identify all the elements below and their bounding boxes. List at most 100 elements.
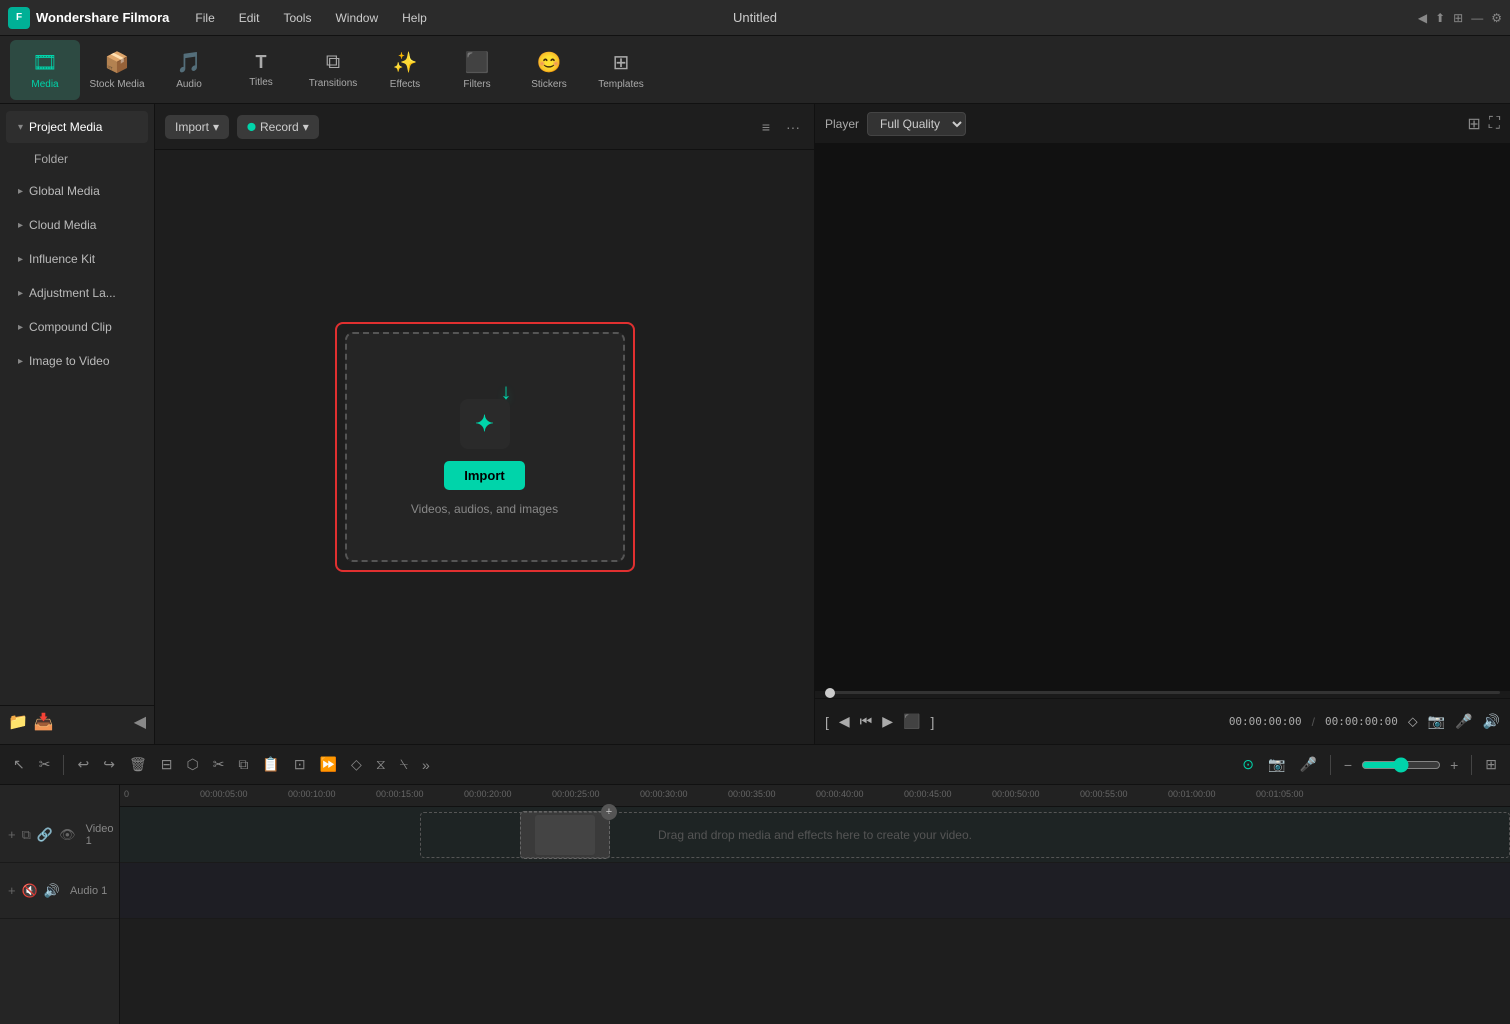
preview-seekbar[interactable] — [825, 691, 1500, 694]
zoom-slider[interactable] — [1361, 757, 1441, 773]
preview-fullscreen-btn[interactable]: ⛶ — [1489, 114, 1500, 134]
import-button[interactable]: Import ▾ — [165, 115, 229, 139]
video-track-copy-icon[interactable]: ⧉ — [22, 827, 31, 843]
expand-arrow-influence-kit: ▸ — [18, 254, 23, 265]
timeline-cut-btn[interactable]: ✂ — [208, 752, 230, 777]
sidebar-item-folder[interactable]: Folder — [6, 145, 148, 173]
video-track-eye-icon[interactable]: 👁 — [59, 827, 76, 843]
add-marker-btn[interactable]: ⬦ — [1408, 713, 1418, 730]
track-label-video1: + ⧉ 🔗 👁 Video 1 — [0, 807, 119, 863]
timeline-copy-btn[interactable]: ⧉ — [233, 752, 253, 777]
nav-back-icon[interactable]: ◀ — [1418, 11, 1427, 25]
mark-out-btn[interactable]: ] — [931, 714, 935, 730]
drop-area-outer: ↓ ✦ Import Videos, audios, and images — [335, 322, 635, 572]
sidebar-item-adjustment-la[interactable]: ▸ Adjustment La... — [6, 277, 148, 309]
menu-file[interactable]: File — [185, 7, 224, 29]
timeline-more-btn[interactable]: » — [417, 753, 435, 777]
timeline-redo-btn[interactable]: ↪ — [98, 752, 120, 777]
timeline-crop-btn[interactable]: ⊡ — [289, 752, 311, 777]
minimize-icon[interactable]: — — [1471, 11, 1483, 25]
sidebar-item-project-media[interactable]: ▾ Project Media — [6, 111, 148, 143]
prev-frame-btn[interactable]: ◀ — [839, 713, 850, 730]
timeline: ↖ ✂ ↩ ↪ 🗑 ⊟ ⬡ ✂ ⧉ 📋 ⊡ ⏩ ◇ ⧖ ⍀ » ⊙ 📷 🎤 − … — [0, 744, 1510, 1024]
toolbar-btn-effects[interactable]: ✨ Effects — [370, 40, 440, 100]
fullscreen-btn[interactable]: ⬛ — [903, 713, 920, 730]
sidebar-item-influence-kit[interactable]: ▸ Influence Kit — [6, 243, 148, 275]
timeline-split-btn[interactable]: ⍀ — [395, 752, 413, 777]
drop-import-button[interactable]: Import — [444, 461, 524, 490]
record-dot-icon: ⬤ — [247, 122, 256, 131]
timeline-mic-btn[interactable]: 🎤 — [1294, 752, 1321, 777]
toolbar-btn-stock-media[interactable]: 📦 Stock Media — [82, 40, 152, 100]
settings-icon[interactable]: ⚙ — [1491, 11, 1502, 25]
menu-help[interactable]: Help — [392, 7, 437, 29]
quality-select[interactable]: Full Quality1/2 Quality1/4 Quality — [867, 112, 966, 136]
zoom-out-btn[interactable]: − — [1339, 753, 1357, 777]
tl-sep-2 — [1330, 755, 1331, 775]
audio-track-mute-icon[interactable]: 🔇 — [22, 883, 38, 899]
video-track-add-icon[interactable]: + — [8, 827, 16, 842]
video-track-link-icon[interactable]: 🔗 — [37, 827, 53, 843]
menu-window[interactable]: Window — [325, 7, 388, 29]
toolbar-btn-stickers[interactable]: 😊 Stickers — [514, 40, 584, 100]
sidebar-item-global-media[interactable]: ▸ Global Media — [6, 175, 148, 207]
timeline-snap-btn[interactable]: ⊙ — [1237, 752, 1259, 777]
tl-sep-3 — [1471, 755, 1472, 775]
ruler-35s: 00:00:35:00 — [728, 789, 776, 799]
toolbar-btn-media[interactable]: 🎞 Media — [10, 40, 80, 100]
timeline-track-video1[interactable]: + Drag and drop media and effects here t… — [120, 807, 1510, 863]
audio-track-add-icon[interactable]: + — [8, 883, 16, 898]
more-options-btn[interactable]: ··· — [782, 115, 804, 139]
toolbar-btn-audio[interactable]: 🎵 Audio — [154, 40, 224, 100]
timeline-paste-btn[interactable]: 📋 — [257, 752, 284, 777]
timeline-camera-btn[interactable]: 📷 — [1263, 752, 1290, 777]
record-button[interactable]: ⬤ Record ▾ — [237, 115, 319, 139]
play-btn[interactable]: ▶ — [882, 713, 893, 730]
voice-record-btn[interactable]: 🎤 — [1455, 713, 1472, 730]
drop-area-container: ↓ ✦ Import Videos, audios, and images — [155, 150, 814, 744]
menu-edit[interactable]: Edit — [229, 7, 270, 29]
timeline-content: + ⧉ 🔗 👁 Video 1 + 🔇 🔊 Audio 1 0 00:00:05… — [0, 785, 1510, 1024]
preview-grid-view-btn[interactable]: ⊞ — [1467, 114, 1480, 134]
audio-track-volume-icon[interactable]: 🔊 — [44, 883, 60, 899]
timeline-group-btn[interactable]: ⬡ — [181, 752, 203, 777]
toolbar-btn-filters[interactable]: ⬛ Filters — [442, 40, 512, 100]
timeline-trim-tool[interactable]: ✂ — [34, 752, 56, 777]
toolbar-btn-transitions[interactable]: ⧉ Transitions — [298, 40, 368, 100]
timeline-speed-btn[interactable]: ⏩ — [315, 752, 342, 777]
timeline-transition-auto-btn[interactable]: ⧖ — [371, 752, 391, 777]
mark-in-btn[interactable]: [ — [825, 714, 829, 730]
ruler-30s: 00:00:30:00 — [640, 789, 688, 799]
track-label-audio1: + 🔇 🔊 Audio 1 — [0, 863, 119, 919]
sidebar-import-btn[interactable]: 📥 — [34, 712, 54, 732]
toolbar-btn-titles[interactable]: T Titles — [226, 40, 296, 100]
sidebar-collapse-btn[interactable]: ◀ — [134, 712, 146, 732]
timeline-track-audio1[interactable] — [120, 863, 1510, 919]
volume-btn[interactable]: 🔊 — [1483, 713, 1500, 730]
window-controls: ◀ ⬆ ⊞ — ⚙ — [1418, 11, 1502, 25]
video-track-label: Video 1 — [86, 823, 114, 847]
menu-tools[interactable]: Tools — [273, 7, 321, 29]
grid-icon[interactable]: ⊞ — [1453, 11, 1463, 25]
toolbar-btn-templates[interactable]: ⊞ Templates — [586, 40, 656, 100]
share-icon[interactable]: ⬆ — [1435, 11, 1445, 25]
zoom-in-btn[interactable]: + — [1445, 753, 1463, 777]
sidebar-item-image-to-video[interactable]: ▸ Image to Video — [6, 345, 148, 377]
timeline-select-tool[interactable]: ↖ — [8, 752, 30, 777]
app-name: Wondershare Filmora — [36, 10, 169, 25]
snapshot-btn[interactable]: 📷 — [1428, 713, 1445, 730]
timeline-layout-btn[interactable]: ⊞ — [1480, 752, 1502, 777]
sidebar-item-cloud-media[interactable]: ▸ Cloud Media — [6, 209, 148, 241]
filter-sort-btn[interactable]: ≡ — [758, 115, 774, 139]
seekbar-thumb[interactable] — [825, 688, 835, 698]
sidebar-item-compound-clip[interactable]: ▸ Compound Clip — [6, 311, 148, 343]
timeline-keyframe-btn[interactable]: ◇ — [346, 752, 367, 777]
sidebar-new-folder-btn[interactable]: 📁 — [8, 712, 28, 732]
toolbar: 🎞 Media 📦 Stock Media 🎵 Audio T Titles ⧉… — [0, 36, 1510, 104]
rewind-btn[interactable]: ⏮ — [860, 713, 873, 730]
timeline-ripple-delete-btn[interactable]: ⊟ — [156, 752, 178, 777]
stock-media-icon: 📦 — [105, 50, 130, 75]
timeline-undo-btn[interactable]: ↩ — [72, 752, 94, 777]
timeline-delete-btn[interactable]: 🗑 — [124, 752, 152, 777]
drop-area[interactable]: ↓ ✦ Import Videos, audios, and images — [345, 332, 625, 562]
